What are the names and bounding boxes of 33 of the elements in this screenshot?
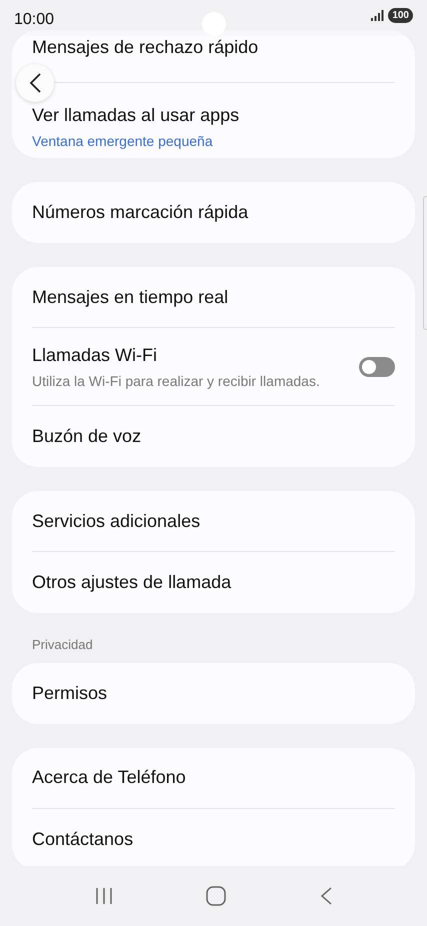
- item-title: Llamadas Wi-Fi: [32, 344, 158, 366]
- settings-item[interactable]: Buzón de voz: [32, 406, 395, 467]
- battery-level: 100: [388, 8, 413, 23]
- item-value: Ventana emergente pequeña: [32, 132, 214, 151]
- settings-item[interactable]: Mensajes en tiempo real: [32, 267, 395, 328]
- item-title: Números marcación rápida: [32, 201, 250, 224]
- item-title: Ver llamadas al usar apps: [32, 104, 240, 127]
- item-title: Mensajes de rechazo rápido: [32, 36, 260, 59]
- item-title: Otros ajustes de llamada: [32, 571, 232, 594]
- section-header: Privacidad: [31, 636, 94, 654]
- signal-icon: [371, 10, 384, 21]
- recents-icon: [94, 886, 114, 905]
- item-title: Buzón de voz: [32, 425, 142, 448]
- toggle-switch[interactable]: [359, 356, 395, 376]
- item-title: Permisos: [32, 682, 108, 704]
- settings-item[interactable]: Números marcación rápida: [32, 182, 395, 243]
- item-title: Contáctanos: [32, 828, 134, 850]
- item-title: Servicios adicionales: [32, 510, 202, 532]
- item-title: Mensajes en tiempo real: [32, 286, 230, 309]
- back-icon: [318, 886, 333, 905]
- item-title: Acerca de Teléfono: [32, 766, 187, 789]
- settings-item[interactable]: Contáctanos: [32, 808, 395, 870]
- settings-item[interactable]: Ver llamadas al usar apps Ventana emergente pequeña: [32, 102, 395, 158]
- item-subtitle: Utiliza la Wi-Fi para realizar y recibir llamadas.: [32, 372, 321, 391]
- settings-item[interactable]: Mensajes de rechazo rápido: [32, 30, 395, 64]
- settings-item[interactable]: Acerca de Teléfono: [32, 748, 395, 808]
- settings-item[interactable]: Llamadas Wi-Fi Utiliza la Wi-Fi para realizar y recibir llamadas.: [32, 328, 395, 406]
- settings-item[interactable]: Servicios adicionales: [32, 491, 395, 552]
- settings-item[interactable]: Permisos: [32, 662, 395, 724]
- settings-item[interactable]: Otros ajustes de llamada: [32, 552, 395, 613]
- status-time: 10:00: [14, 10, 54, 30]
- chevron-left-icon: [28, 72, 42, 94]
- home-icon: [206, 886, 226, 906]
